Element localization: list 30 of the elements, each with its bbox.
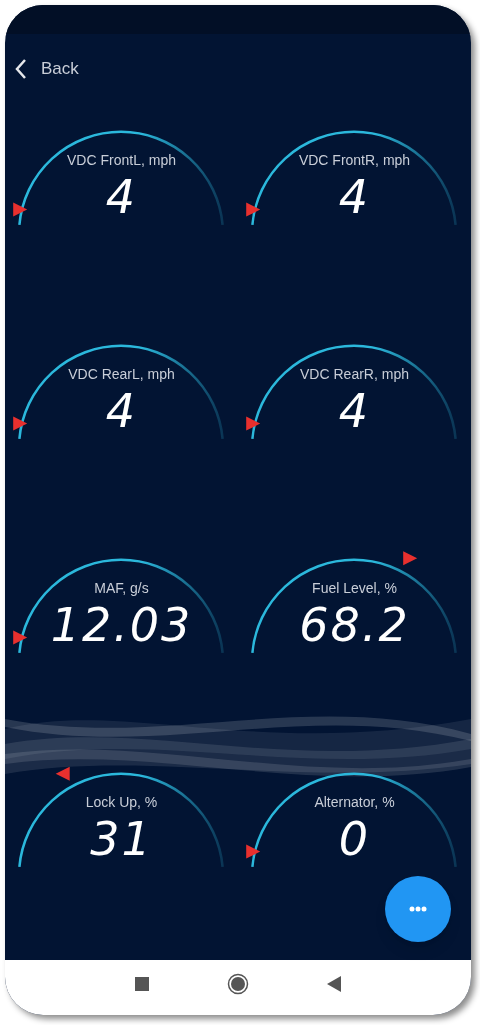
gauge-pointer: [13, 630, 28, 645]
gauge-label: Lock Up, %: [85, 792, 158, 812]
gauge-value: 31: [90, 814, 153, 863]
gauge-label: Fuel Level, %: [312, 578, 397, 598]
gauge-value: 4: [338, 172, 371, 221]
gauge-label: VDC FrontR, mph: [298, 150, 411, 170]
gauge-pointer: [13, 416, 28, 431]
home-icon[interactable]: [227, 973, 249, 996]
gauge-pointer: [403, 551, 418, 566]
gauge-pointer: [55, 766, 70, 781]
back-icon: [15, 57, 27, 80]
gauge-value: 4: [105, 386, 138, 435]
recents-icon[interactable]: [135, 977, 149, 992]
gauge-pointer: [13, 202, 28, 217]
gauge-value: 12.03: [50, 600, 193, 649]
gauge-label: VDC RearR, mph: [300, 364, 409, 384]
gauge-label: VDC RearL, mph: [68, 364, 175, 384]
gauge-value: 4: [105, 172, 138, 221]
gauge-label: VDC FrontL, mph: [67, 150, 176, 170]
gauge-pointer: [246, 416, 261, 431]
gauge-label: Alternator, %: [314, 792, 395, 812]
gauge-value: 68.2: [299, 600, 410, 649]
gauge-pointer: [246, 844, 261, 859]
back-nav-icon[interactable]: [327, 976, 341, 993]
gauge-label: MAF, g/s: [94, 578, 149, 598]
gauge-value: 0: [338, 814, 371, 863]
more-icon: [409, 905, 427, 912]
back-button[interactable]: Back: [15, 56, 79, 82]
gauge-pointer: [246, 202, 261, 217]
gauge-value: 4: [338, 386, 371, 435]
